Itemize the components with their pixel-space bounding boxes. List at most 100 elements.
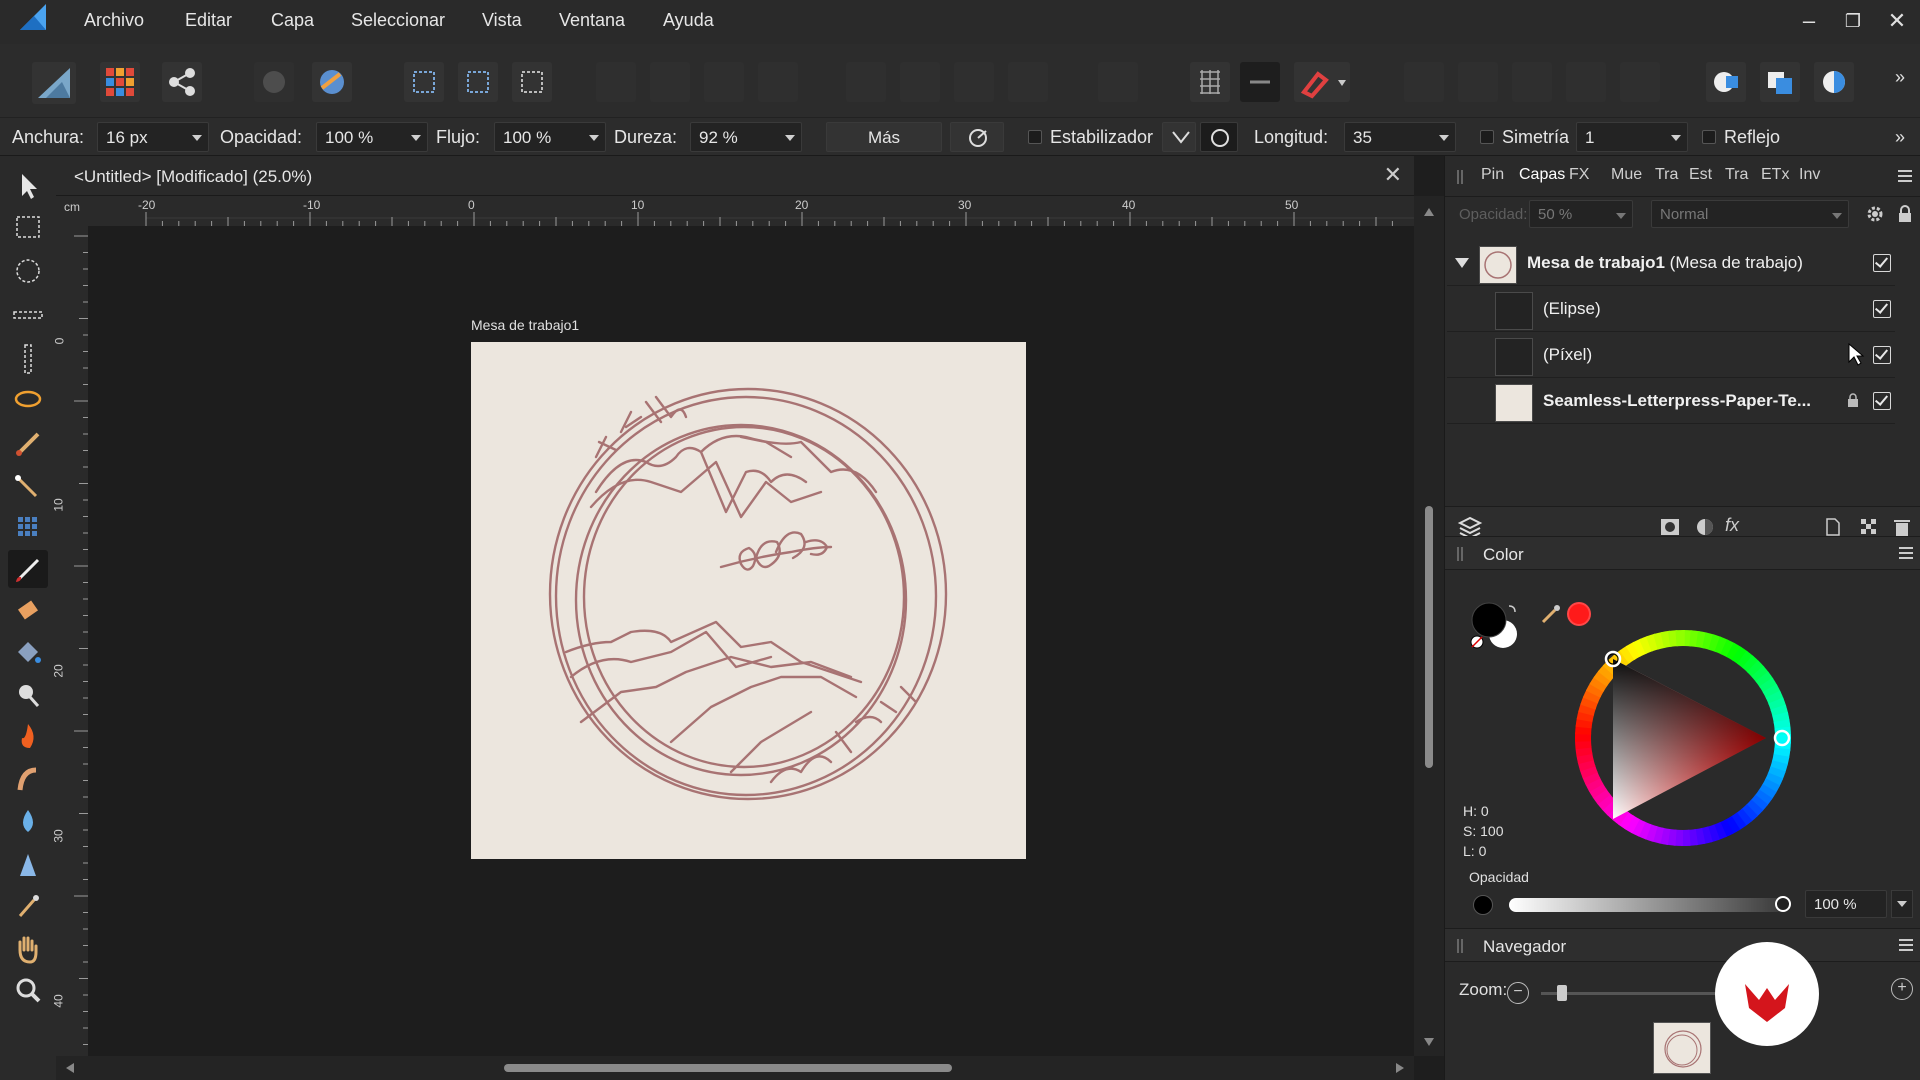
layer-row-artboard[interactable]: Mesa de trabajo1 (Mesa de trabajo) bbox=[1447, 240, 1895, 286]
context-overflow-icon[interactable]: » bbox=[1885, 122, 1915, 152]
align-icon[interactable] bbox=[1098, 62, 1138, 102]
menu-ventana[interactable]: Ventana bbox=[559, 10, 625, 31]
mask-icon[interactable] bbox=[1760, 62, 1800, 102]
picked-color-swatch[interactable] bbox=[1567, 602, 1591, 626]
tab-pin[interactable]: Pin bbox=[1481, 166, 1504, 184]
close-window-icon[interactable]: ✕ bbox=[1882, 6, 1912, 36]
more-button[interactable]: Más bbox=[826, 122, 942, 152]
tab-inv[interactable]: Inv bbox=[1799, 166, 1820, 184]
select-all-icon[interactable] bbox=[404, 62, 444, 102]
paint-brush-tool-icon[interactable] bbox=[8, 550, 48, 588]
snapping-magnet-icon[interactable] bbox=[1294, 62, 1350, 102]
deselect-icon[interactable] bbox=[458, 62, 498, 102]
visibility-checkbox[interactable] bbox=[1873, 346, 1891, 364]
stabilizer-checkbox[interactable] bbox=[1028, 130, 1042, 144]
layer-row-pixel[interactable]: (Píxel) bbox=[1447, 332, 1895, 378]
layer-row-ellipse[interactable]: (Elipse) bbox=[1447, 286, 1895, 332]
width-dropdown[interactable]: 16 px bbox=[97, 122, 209, 152]
symmetry-checkbox[interactable] bbox=[1480, 130, 1494, 144]
opacity-slider[interactable] bbox=[1509, 898, 1783, 912]
flood-select-icon[interactable] bbox=[8, 466, 48, 504]
smudge-icon[interactable] bbox=[8, 760, 48, 798]
subtract-icon[interactable] bbox=[1458, 62, 1498, 102]
color-swatches[interactable] bbox=[1469, 600, 1519, 652]
tab-est[interactable]: Est bbox=[1689, 166, 1712, 184]
vertical-scroll-thumb[interactable] bbox=[1425, 506, 1433, 768]
flip-vertical-icon[interactable] bbox=[900, 62, 940, 102]
minimize-icon[interactable]: – bbox=[1794, 6, 1824, 36]
visibility-checkbox[interactable] bbox=[1873, 300, 1891, 318]
develop-icon[interactable] bbox=[254, 62, 294, 102]
document-tab[interactable]: <Untitled> [Modificado] (25.0%) ✕ bbox=[56, 156, 1414, 196]
lock-icon[interactable] bbox=[1897, 204, 1913, 224]
tab-tra[interactable]: Tra bbox=[1655, 166, 1678, 184]
apps-grid-icon[interactable] bbox=[100, 62, 140, 102]
menu-vista[interactable]: Vista bbox=[482, 10, 522, 31]
pressure-icon[interactable] bbox=[950, 122, 1004, 152]
arrange-backward-icon[interactable] bbox=[650, 62, 690, 102]
menu-seleccionar[interactable]: Seleccionar bbox=[351, 10, 445, 31]
layer-lock-icon[interactable] bbox=[1847, 392, 1859, 408]
quick-mask-icon[interactable] bbox=[1706, 62, 1746, 102]
guides-icon[interactable] bbox=[1240, 62, 1280, 102]
scroll-up-icon[interactable] bbox=[1424, 208, 1434, 216]
rotate-left-icon[interactable] bbox=[954, 62, 994, 102]
photo-persona-icon[interactable] bbox=[32, 62, 76, 104]
arrange-front-icon[interactable] bbox=[758, 62, 798, 102]
horizontal-scrollbar[interactable] bbox=[56, 1056, 1414, 1080]
tab-mue[interactable]: Mue bbox=[1611, 166, 1642, 184]
zoom-slider-handle[interactable] bbox=[1557, 985, 1567, 1001]
move-tool-icon[interactable] bbox=[8, 166, 48, 204]
horizontal-scroll-thumb[interactable] bbox=[504, 1064, 952, 1072]
color-panel-menu-icon[interactable] bbox=[1899, 547, 1913, 559]
scroll-right-icon[interactable] bbox=[1396, 1063, 1404, 1073]
arrange-forward-icon[interactable] bbox=[704, 62, 744, 102]
zoom-tool-icon[interactable] bbox=[8, 972, 48, 1010]
rope-mode-icon[interactable] bbox=[1162, 122, 1196, 152]
new-layer-icon[interactable] bbox=[1825, 517, 1841, 537]
hand-icon[interactable] bbox=[8, 930, 48, 968]
navigator-panel-header[interactable]: Navegador bbox=[1445, 928, 1920, 962]
xor-icon[interactable] bbox=[1566, 62, 1606, 102]
panel-grip-icon[interactable] bbox=[1457, 547, 1463, 561]
blur-drop-icon[interactable] bbox=[8, 802, 48, 840]
visibility-checkbox[interactable] bbox=[1873, 392, 1891, 410]
color-panel-header[interactable]: Color bbox=[1445, 536, 1920, 570]
visibility-checkbox[interactable] bbox=[1873, 254, 1891, 272]
artboard[interactable] bbox=[471, 342, 1026, 859]
toolbar-overflow-icon[interactable]: » bbox=[1885, 62, 1915, 92]
share-icon[interactable] bbox=[162, 62, 202, 102]
menu-capa[interactable]: Capa bbox=[271, 10, 314, 31]
burn-icon[interactable] bbox=[8, 718, 48, 756]
grid-icon[interactable] bbox=[1190, 62, 1230, 102]
vertical-scrollbar[interactable] bbox=[1414, 196, 1444, 1056]
panel-menu-icon[interactable] bbox=[1898, 170, 1912, 182]
clone-icon[interactable] bbox=[8, 676, 48, 714]
eyedropper-icon[interactable] bbox=[1539, 602, 1563, 626]
crop-grid-icon[interactable] bbox=[8, 508, 48, 546]
tab-etx[interactable]: ETx bbox=[1761, 166, 1789, 184]
flood-fill-icon[interactable] bbox=[8, 634, 48, 672]
rectangular-marquee-icon[interactable] bbox=[8, 208, 48, 246]
symmetry-dropdown[interactable]: 1 bbox=[1576, 122, 1688, 152]
color-picker-round-icon[interactable] bbox=[1814, 62, 1854, 102]
navigator-preview[interactable] bbox=[1653, 1022, 1711, 1074]
hardness-dropdown[interactable]: 92 % bbox=[690, 122, 802, 152]
delete-layer-icon[interactable] bbox=[1893, 517, 1911, 537]
elliptical-marquee-icon[interactable] bbox=[8, 252, 48, 290]
mirror-checkbox[interactable] bbox=[1702, 130, 1716, 144]
column-marquee-icon[interactable] bbox=[8, 340, 48, 378]
window-mode-icon[interactable] bbox=[1200, 122, 1238, 152]
invert-selection-icon[interactable] bbox=[512, 62, 552, 102]
panel-grip-icon[interactable] bbox=[1457, 170, 1463, 184]
adjustment-icon[interactable] bbox=[1695, 517, 1715, 537]
arrange-back-icon[interactable] bbox=[596, 62, 636, 102]
restore-icon[interactable]: ❐ bbox=[1838, 6, 1868, 36]
color-opacity-field[interactable]: 100 % bbox=[1805, 890, 1887, 918]
length-dropdown[interactable]: 35 bbox=[1344, 122, 1456, 152]
liquify-icon[interactable] bbox=[312, 62, 352, 102]
expand-triangle-icon[interactable] bbox=[1455, 258, 1469, 268]
menu-ayuda[interactable]: Ayuda bbox=[663, 10, 714, 31]
tab-capas[interactable]: Capas bbox=[1519, 166, 1565, 184]
color-wheel[interactable] bbox=[1571, 626, 1795, 850]
